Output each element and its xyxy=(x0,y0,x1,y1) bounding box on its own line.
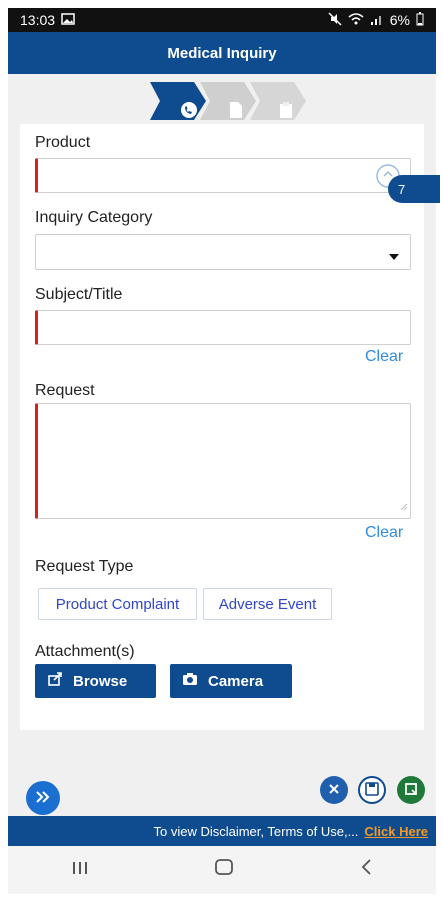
camera-label: Camera xyxy=(208,672,264,690)
inquiry-category-select[interactable] xyxy=(35,234,411,270)
browse-label: Browse xyxy=(73,672,128,690)
step-review[interactable] xyxy=(250,82,306,120)
inquiry-category-label: Inquiry Category xyxy=(35,209,153,226)
home-icon[interactable] xyxy=(214,857,234,883)
disclaimer-bar: To view Disclaimer, Terms of Use,... Cli… xyxy=(8,816,436,846)
wizard-stepper xyxy=(150,82,306,120)
product-field[interactable] xyxy=(35,158,411,193)
request-type-label: Request Type xyxy=(35,558,134,575)
app-header: Medical Inquiry xyxy=(8,32,436,74)
resize-handle-icon[interactable] xyxy=(400,498,408,516)
request-clear-link[interactable]: Clear xyxy=(365,524,403,542)
recent-apps-icon[interactable] xyxy=(71,859,89,882)
image-icon xyxy=(61,12,75,28)
notification-badge-tab[interactable]: 7 xyxy=(388,175,440,203)
camera-icon xyxy=(182,672,198,690)
badge-count: 7 xyxy=(398,181,406,197)
product-complaint-chip[interactable]: Product Complaint xyxy=(38,588,197,620)
subject-field[interactable] xyxy=(35,310,411,345)
battery-level: 6% xyxy=(389,12,410,28)
system-navigation-bar xyxy=(8,846,436,894)
back-icon[interactable] xyxy=(359,858,373,882)
step-contact[interactable] xyxy=(150,82,206,120)
attachments-label: Attachment(s) xyxy=(35,643,135,660)
disclaimer-link[interactable]: Click Here xyxy=(364,824,428,839)
subject-clear-link[interactable]: Clear xyxy=(365,348,403,366)
submit-icon xyxy=(404,782,418,799)
step-details[interactable] xyxy=(200,82,256,120)
submit-button[interactable] xyxy=(397,776,425,804)
battery-icon xyxy=(416,11,424,29)
save-button[interactable] xyxy=(358,776,386,804)
page-title: Medical Inquiry xyxy=(167,44,277,62)
mute-icon xyxy=(328,11,342,29)
status-time: 13:03 xyxy=(20,12,56,28)
double-chevron-right-icon xyxy=(35,790,51,807)
disclaimer-text: To view Disclaimer, Terms of Use,... xyxy=(153,823,359,839)
request-textarea[interactable] xyxy=(35,403,411,519)
browse-button[interactable]: Browse xyxy=(35,664,156,698)
status-bar: 13:03 6% xyxy=(8,8,436,32)
expand-menu-button[interactable] xyxy=(26,781,60,815)
share-icon xyxy=(47,671,63,691)
wifi-icon xyxy=(348,12,364,28)
subject-label: Subject/Title xyxy=(35,286,123,303)
signal-icon xyxy=(370,12,384,28)
camera-button[interactable]: Camera xyxy=(170,664,292,698)
save-icon xyxy=(365,781,379,799)
request-label: Request xyxy=(35,382,95,399)
dropdown-caret-icon xyxy=(388,248,400,266)
close-icon xyxy=(328,782,340,798)
product-label: Product xyxy=(35,134,91,151)
adverse-event-chip[interactable]: Adverse Event xyxy=(203,588,332,620)
cancel-button[interactable] xyxy=(320,776,348,804)
